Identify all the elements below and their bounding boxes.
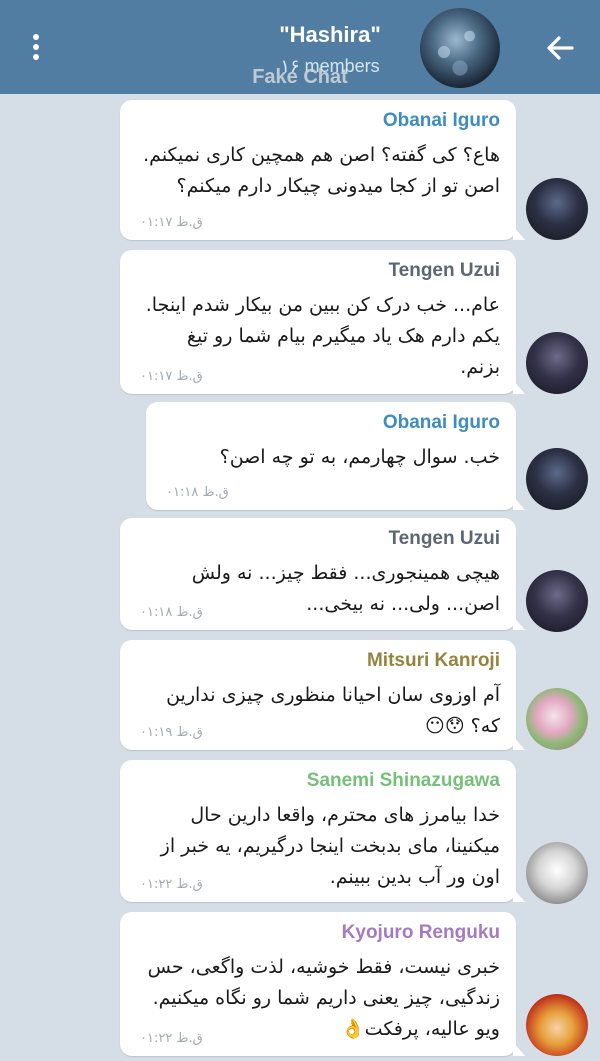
message: Obanai Iguro هاع؟ کی گفته؟ اصن هم همچین … bbox=[0, 100, 600, 240]
arrow-left-icon[interactable] bbox=[542, 30, 578, 66]
sender-name[interactable]: Mitsuri Kanroji bbox=[367, 650, 500, 672]
message-time: ۰۱:۱۸ ق.ظ bbox=[166, 485, 229, 500]
message-bubble[interactable]: Kyojuro Renguku خبری نیست، فقط خوشیه، لذ… bbox=[120, 912, 525, 1056]
sender-name[interactable]: Obanai Iguro bbox=[383, 412, 500, 434]
message-time: ۰۱:۱۹ ق.ظ bbox=[140, 725, 203, 740]
message: Tengen Uzui هیچی همینجوری... فقط چیز... … bbox=[0, 518, 600, 632]
avatar[interactable] bbox=[526, 448, 588, 510]
avatar[interactable] bbox=[526, 332, 588, 394]
watermark: Fake Chat bbox=[252, 66, 348, 88]
message-text: هیچی همینجوری... فقط چیز... نه ولش اصن..… bbox=[191, 562, 500, 615]
message: Mitsuri Kanroji آم اوزوی سان احیانا منظو… bbox=[0, 640, 600, 750]
message-time: ۰۱:۲۲ ق.ظ bbox=[140, 877, 203, 892]
message-text: خدا بیامرز های محترم، واقعا دارین حال می… bbox=[160, 804, 500, 888]
sender-name[interactable]: Tengen Uzui bbox=[388, 260, 500, 282]
message-time: ۰۱:۲۲ ق.ظ bbox=[140, 1031, 203, 1046]
message-time: ۰۱:۱۷ ق.ظ bbox=[140, 215, 203, 230]
message-bubble[interactable]: Obanai Iguro خب. سوال چهارمم، به تو چه ا… bbox=[146, 402, 525, 510]
message-text: هاع؟ کی گفته؟ اصن هم همچین کاری نمیکنم. … bbox=[143, 144, 500, 197]
sender-name[interactable]: Obanai Iguro bbox=[383, 110, 500, 132]
avatar[interactable] bbox=[526, 688, 588, 750]
vertical-dots-icon[interactable] bbox=[22, 31, 50, 67]
message-text: خب. سوال چهارمم، به تو چه اصن؟ bbox=[219, 446, 500, 468]
message-bubble[interactable]: Obanai Iguro هاع؟ کی گفته؟ اصن هم همچین … bbox=[120, 100, 525, 240]
message: Tengen Uzui عام... خب درک کن ببین من بیک… bbox=[0, 250, 600, 394]
avatar[interactable] bbox=[526, 570, 588, 632]
message: Kyojuro Renguku خبری نیست، فقط خوشیه، لذ… bbox=[0, 912, 600, 1056]
avatar[interactable] bbox=[526, 178, 588, 240]
message-bubble[interactable]: Sanemi Shinazugawa خدا بیامرز های محترم،… bbox=[120, 760, 525, 902]
message-text: آم اوزوی سان احیانا منظوری چیزی ندارین ک… bbox=[166, 684, 500, 737]
message-bubble[interactable]: Mitsuri Kanroji آم اوزوی سان احیانا منظو… bbox=[120, 640, 525, 750]
chat-title[interactable]: "Hashira" bbox=[250, 22, 410, 48]
group-avatar[interactable] bbox=[420, 8, 500, 88]
message-bubble[interactable]: Tengen Uzui عام... خب درک کن ببین من بیک… bbox=[120, 250, 525, 394]
sender-name[interactable]: Tengen Uzui bbox=[388, 528, 500, 550]
sender-name[interactable]: Kyojuro Renguku bbox=[342, 922, 500, 944]
message-bubble[interactable]: Tengen Uzui هیچی همینجوری... فقط چیز... … bbox=[120, 518, 525, 630]
message: Obanai Iguro خب. سوال چهارمم، به تو چه ا… bbox=[0, 402, 600, 510]
message-time: ۰۱:۱۷ ق.ظ bbox=[140, 369, 203, 384]
avatar[interactable] bbox=[526, 994, 588, 1056]
message: Sanemi Shinazugawa خدا بیامرز های محترم،… bbox=[0, 760, 600, 904]
message-time: ۰۱:۱۸ ق.ظ bbox=[140, 605, 203, 620]
sender-name[interactable]: Sanemi Shinazugawa bbox=[307, 770, 500, 792]
avatar[interactable] bbox=[526, 842, 588, 904]
